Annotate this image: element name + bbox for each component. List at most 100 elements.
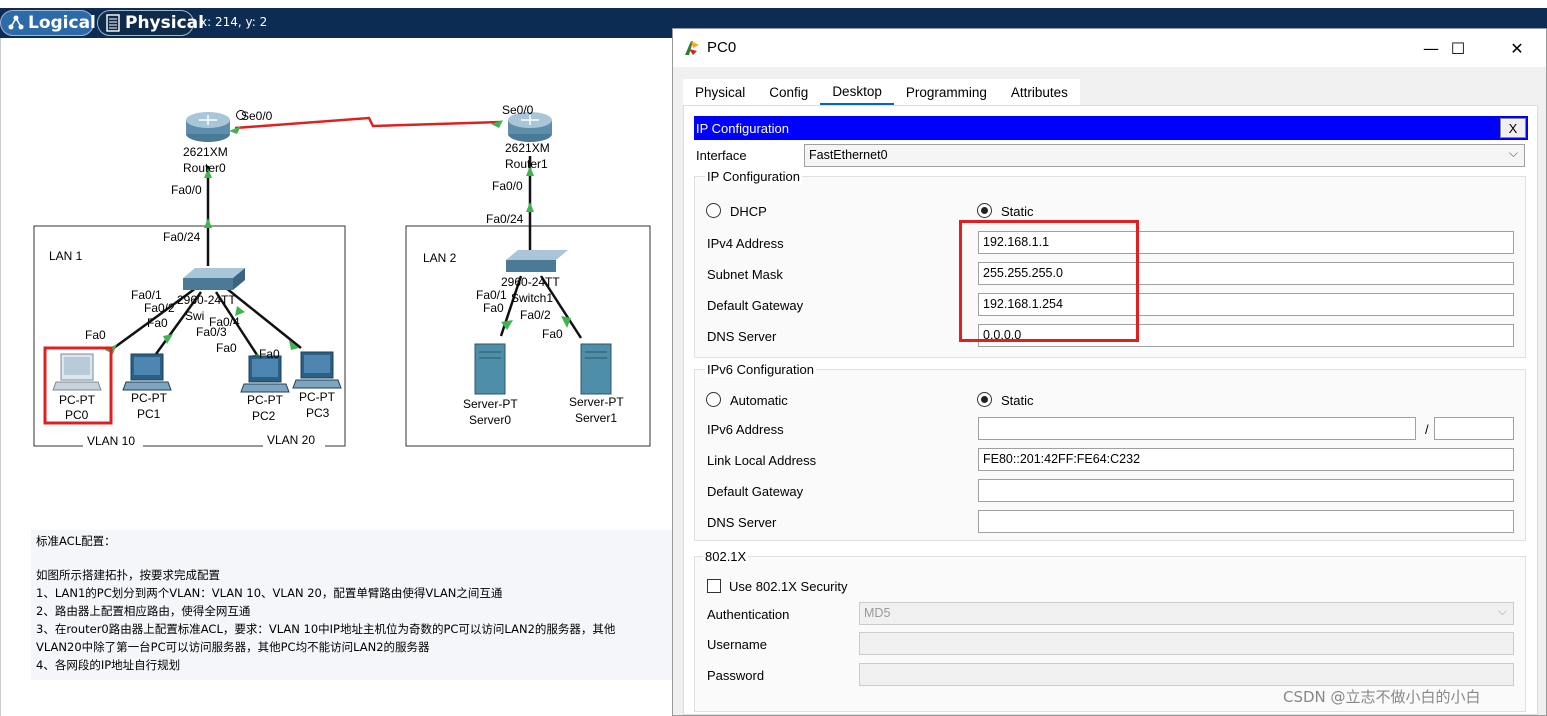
logical-workspace[interactable]: LAN 1 LAN 2 Se0/0 2621XM Router0 Fa0/0 S… bbox=[0, 38, 673, 716]
vlan10-label: VLAN 10 bbox=[87, 434, 135, 448]
interface-label: Interface bbox=[696, 148, 747, 163]
username-input[interactable] bbox=[859, 632, 1514, 655]
dot1x-checkbox[interactable] bbox=[707, 579, 721, 593]
server0-icon[interactable] bbox=[474, 343, 506, 395]
static6-radio[interactable] bbox=[977, 392, 992, 407]
pc1-type: PC-PT bbox=[131, 391, 168, 405]
server1-name: Server1 bbox=[575, 411, 617, 425]
pc0-type: PC-PT bbox=[59, 393, 96, 407]
router0-model: 2621XM bbox=[183, 145, 228, 159]
pc0-name: PC0 bbox=[65, 408, 89, 422]
maximize-button[interactable]: ☐ bbox=[1435, 33, 1481, 63]
switch0-icon[interactable] bbox=[183, 268, 245, 290]
close-button[interactable]: ✕ bbox=[1494, 33, 1540, 63]
note-line: 1、LAN1的PC划分到两个VLAN：VLAN 10、VLAN 20，配置单臂路… bbox=[36, 586, 503, 600]
switch0-port-2: Fa0/2 bbox=[144, 301, 175, 315]
router0-name: Router0 bbox=[183, 161, 226, 175]
pc0-window[interactable]: PC0 — ☐ ✕ Physical Config Desktop Progra… bbox=[672, 28, 1547, 716]
dns6-label: DNS Server bbox=[707, 515, 777, 530]
chevron-down-icon: ⌵ bbox=[1497, 604, 1507, 618]
task-note: 标准ACL配置： 如图所示搭建拓扑，按要求完成配置 1、LAN1的PC划分到两个… bbox=[31, 530, 673, 680]
ipv6-input[interactable] bbox=[978, 417, 1416, 440]
note-title: 标准ACL配置： bbox=[36, 534, 116, 548]
ip-config-title: IP Configuration bbox=[696, 120, 789, 136]
desktop-panel: IP Configuration X Interface FastEtherne… bbox=[683, 105, 1538, 715]
link-local-label: Link Local Address bbox=[707, 453, 817, 468]
router1-serial-port: Se0/0 bbox=[502, 103, 534, 117]
tab-config[interactable]: Config bbox=[757, 79, 821, 105]
pc1-port: Fa0 bbox=[147, 316, 168, 330]
switch1-model: 2960-24TT bbox=[501, 275, 560, 289]
pc3-name: PC3 bbox=[306, 406, 330, 420]
note-line: VLAN20中除了第一台PC可以访问服务器，其他PC均不能访问LAN2的服务器 bbox=[36, 640, 430, 654]
switch0-port-4: Fa0/4 bbox=[209, 315, 240, 329]
topology-canvas[interactable]: LAN 1 LAN 2 Se0/0 2621XM Router0 Fa0/0 S… bbox=[1, 38, 673, 498]
interface-value: FastEthernet0 bbox=[809, 148, 888, 162]
router1-name: Router1 bbox=[505, 157, 548, 171]
watermark: CSDN @立志不做小白的小白 bbox=[1283, 688, 1481, 706]
password-input[interactable] bbox=[859, 663, 1514, 686]
switch0-name: Swi bbox=[185, 309, 204, 323]
authentication-select[interactable]: MD5 ⌵ bbox=[859, 602, 1514, 625]
ipv6-label: IPv6 Address bbox=[707, 422, 784, 437]
ipv6-group-label: IPv6 Configuration bbox=[705, 362, 816, 377]
gateway6-label: Default Gateway bbox=[707, 484, 804, 499]
window-titlebar[interactable]: PC0 — ☐ ✕ bbox=[673, 29, 1546, 67]
prefix-slash: / bbox=[1425, 422, 1429, 437]
server0-type: Server-PT bbox=[463, 397, 518, 411]
logical-view-button[interactable]: Logical bbox=[0, 10, 96, 36]
device-tabs: Physical Config Desktop Programming Attr… bbox=[683, 79, 1080, 105]
note-line: 3、在router0路由器上配置标准ACL，要求：VLAN 10中IP地址主机位… bbox=[36, 622, 616, 636]
pc3-port: Fa0 bbox=[259, 347, 280, 361]
switch0-model: 2960-24TT bbox=[177, 293, 236, 307]
server1-icon[interactable] bbox=[580, 343, 612, 395]
static6-label: Static bbox=[1001, 393, 1034, 408]
tab-programming[interactable]: Programming bbox=[893, 79, 999, 105]
switch1-port-2: Fa0/2 bbox=[520, 308, 551, 322]
interface-select[interactable]: FastEthernet0 ⌵ bbox=[804, 144, 1525, 167]
gateway-label: Default Gateway bbox=[707, 298, 804, 313]
pc2-name: PC2 bbox=[252, 409, 276, 423]
note-line: 4、各网段的IP地址自行规划 bbox=[36, 658, 181, 672]
window-title: PC0 bbox=[707, 39, 737, 56]
switch1-name: Switch1 bbox=[511, 291, 553, 305]
vlan20-label: VLAN 20 bbox=[267, 433, 315, 447]
server1-port: Fa0 bbox=[542, 327, 563, 341]
logical-label: Logical bbox=[28, 13, 96, 33]
automatic-radio[interactable] bbox=[706, 392, 721, 407]
tab-physical[interactable]: Physical bbox=[683, 79, 758, 105]
ipv4-label: IPv4 Address bbox=[707, 236, 784, 251]
window-body: Physical Config Desktop Programming Attr… bbox=[673, 67, 1546, 715]
static-radio[interactable] bbox=[977, 203, 992, 218]
dot1x-group-label: 802.1X bbox=[703, 549, 749, 564]
server0-port: Fa0 bbox=[483, 301, 504, 315]
router1-model: 2621XM bbox=[505, 141, 550, 155]
pc2-type: PC-PT bbox=[247, 393, 284, 407]
physical-view-button[interactable]: Physical bbox=[97, 10, 204, 36]
ip-config-header: IP Configuration X bbox=[694, 116, 1528, 140]
dhcp-radio[interactable] bbox=[706, 203, 721, 218]
tab-desktop[interactable]: Desktop bbox=[820, 79, 894, 105]
pc2-port: Fa0 bbox=[216, 341, 237, 355]
authentication-label: Authentication bbox=[707, 607, 790, 622]
dot1x-check-label: Use 802.1X Security bbox=[729, 579, 848, 594]
router0-icon[interactable] bbox=[186, 112, 230, 142]
ipv6-prefix-input[interactable] bbox=[1434, 417, 1514, 440]
link-local-input[interactable]: FE80::201:42FF:FE64:C232 bbox=[978, 448, 1514, 471]
cursor-coords: x: 214, y: 2 bbox=[200, 15, 268, 29]
mask-label: Subnet Mask bbox=[707, 267, 783, 282]
authentication-value: MD5 bbox=[864, 606, 891, 620]
dns6-server-input[interactable] bbox=[978, 510, 1514, 533]
default-gateway6-input[interactable] bbox=[978, 479, 1514, 502]
server1-type: Server-PT bbox=[569, 395, 624, 409]
tab-attributes[interactable]: Attributes bbox=[998, 79, 1080, 105]
pc0-port: Fa0 bbox=[85, 328, 106, 342]
server0-name: Server0 bbox=[469, 413, 511, 427]
ip-config-close-button[interactable]: X bbox=[1500, 118, 1526, 138]
physical-icon bbox=[104, 14, 122, 32]
lan1-label: LAN 1 bbox=[49, 249, 83, 263]
router1-fa-port: Fa0/0 bbox=[492, 179, 523, 193]
router0-fa-port: Fa0/0 bbox=[171, 183, 202, 197]
static-label: Static bbox=[1001, 204, 1034, 219]
chevron-down-icon: ⌵ bbox=[1508, 146, 1518, 160]
